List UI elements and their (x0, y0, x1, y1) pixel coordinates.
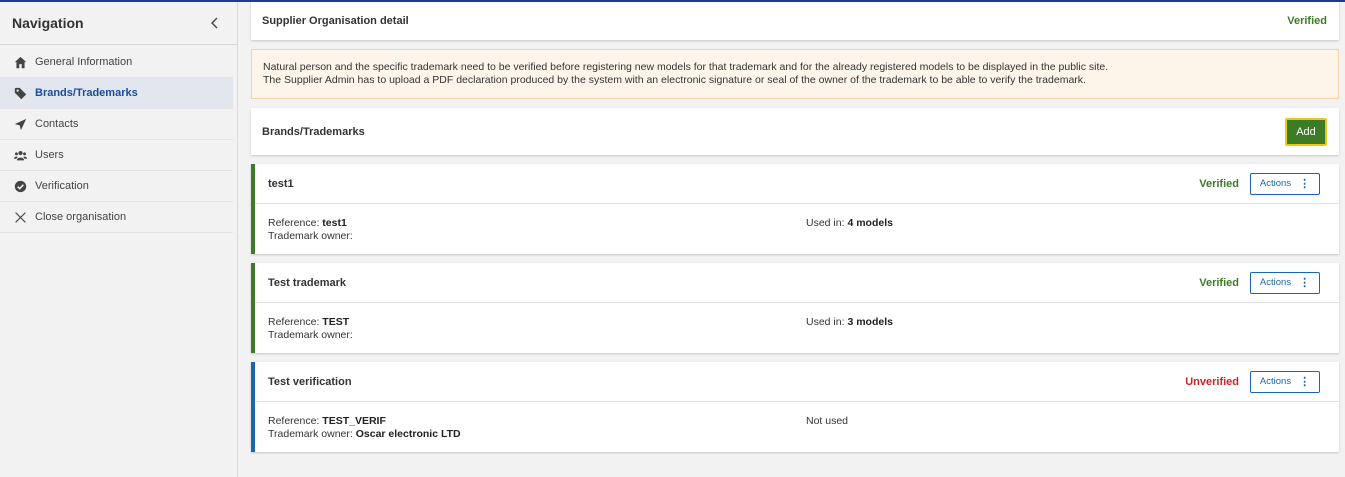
owner-label: Trademark owner: (268, 328, 353, 341)
paper-plane-icon (13, 117, 27, 131)
more-vertical-icon: ⋮ (1299, 178, 1311, 190)
main-content: Supplier Organisation detail Verified Na… (251, 2, 1339, 452)
more-vertical-icon: ⋮ (1299, 277, 1311, 289)
sidebar-item-label: Verification (35, 180, 89, 192)
trademark-card-body: Reference: TEST Trademark owner: Used in… (255, 303, 1339, 352)
sidebar-item-general-information[interactable]: General Information (0, 47, 233, 78)
notice-line: The Supplier Admin has to upload a PDF d… (263, 73, 1086, 86)
trademark-card-body: Reference: test1 Trademark owner: Used i… (255, 204, 1339, 253)
used-label: Used in: (806, 217, 848, 229)
status-badge: Verified (1287, 15, 1327, 27)
sidebar-header: Navigation (0, 2, 237, 45)
status-badge: Verified (1199, 177, 1239, 190)
reference-label: Reference: (268, 316, 323, 328)
actions-label: Actions (1259, 178, 1292, 189)
close-icon (13, 210, 27, 224)
info-notice: Natural person and the specific trademar… (251, 49, 1339, 99)
reference-value: TEST (322, 316, 350, 328)
sidebar-item-contacts[interactable]: Contacts (0, 109, 233, 140)
notice-line: Natural person and the specific trademar… (263, 61, 1109, 73)
actions-button[interactable]: Actions ⋮ (1250, 172, 1320, 195)
used-label: Not used (806, 415, 849, 427)
used-value: 4 models (847, 217, 893, 229)
actions-label: Actions (1259, 376, 1292, 387)
sidebar-item-label: General Information (35, 56, 133, 68)
trademark-card: test1 Verified Actions ⋮ Reference: test… (251, 164, 1339, 254)
tag-icon (13, 86, 27, 100)
check-circle-icon (13, 179, 27, 193)
trademark-card-header: Test verification Unverified Actions ⋮ (255, 362, 1339, 402)
actions-label: Actions (1259, 277, 1292, 288)
users-icon (13, 148, 27, 162)
section-title: Brands/Trademarks (262, 125, 365, 138)
sidebar-title: Navigation (12, 15, 84, 31)
trademark-card-header: test1 Verified Actions ⋮ (255, 164, 1339, 204)
actions-button[interactable]: Actions ⋮ (1250, 271, 1320, 294)
reference-label: Reference: (268, 217, 323, 229)
reference-value: TEST_VERIF (322, 415, 386, 427)
trademark-name: Test verification (268, 375, 352, 388)
sidebar-nav: General Information Brands/Trademarks Co… (0, 45, 237, 233)
organisation-header: Supplier Organisation detail Verified (251, 2, 1339, 40)
trademark-name: Test trademark (268, 276, 347, 289)
more-vertical-icon: ⋮ (1299, 376, 1311, 388)
owner-label: Trademark owner: (268, 229, 353, 242)
sidebar: Navigation General Information Brands/Tr… (0, 2, 238, 477)
sidebar-item-verification[interactable]: Verification (0, 171, 233, 202)
brands-section-header: Brands/Trademarks Add (251, 108, 1339, 155)
trademark-name: test1 (268, 177, 294, 190)
trademark-card-header: Test trademark Verified Actions ⋮ (255, 263, 1339, 303)
sidebar-item-users[interactable]: Users (0, 140, 233, 171)
used-label: Used in: (806, 316, 848, 328)
owner-label: Trademark owner: (268, 427, 356, 440)
trademark-card: Test verification Unverified Actions ⋮ R… (251, 362, 1339, 452)
sidebar-item-brands-trademarks[interactable]: Brands/Trademarks (0, 78, 233, 109)
trademark-card-body: Reference: TEST_VERIF Trademark owner: O… (255, 402, 1339, 451)
chevron-left-icon[interactable] (207, 15, 223, 31)
sidebar-item-label: Contacts (35, 118, 79, 130)
add-button[interactable]: Add (1285, 117, 1327, 146)
reference-value: test1 (322, 217, 347, 229)
sidebar-item-close-organisation[interactable]: Close organisation (0, 202, 233, 233)
sidebar-item-label: Users (35, 149, 64, 161)
status-badge: Verified (1199, 276, 1239, 289)
home-icon (13, 55, 27, 69)
trademark-card: Test trademark Verified Actions ⋮ Refere… (251, 263, 1339, 353)
sidebar-item-label: Close organisation (35, 211, 127, 223)
used-value: 3 models (847, 316, 893, 328)
status-badge: Unverified (1185, 375, 1239, 388)
actions-button[interactable]: Actions ⋮ (1250, 370, 1320, 393)
sidebar-item-label: Brands/Trademarks (35, 87, 138, 99)
reference-label: Reference: (268, 415, 323, 427)
page-title: Supplier Organisation detail (262, 15, 409, 27)
owner-value: Oscar electronic LTD (355, 427, 461, 440)
